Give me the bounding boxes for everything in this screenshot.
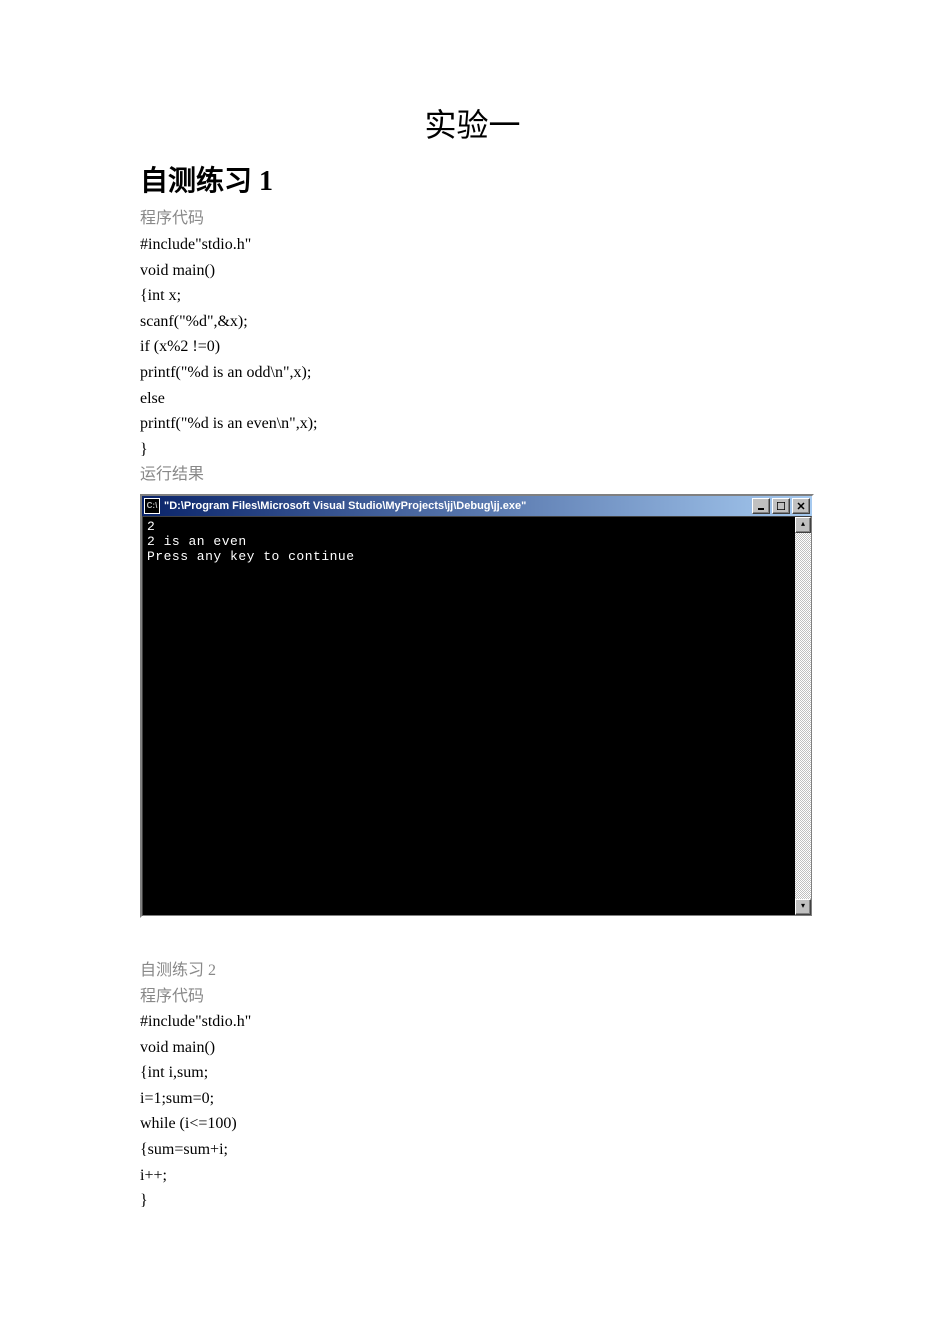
code-line: {int i,sum;: [140, 1060, 805, 1086]
code-line: if (x%2 !=0): [140, 334, 805, 360]
document-page: 实验一 自测练习 1 程序代码 #include"stdio.h" void m…: [0, 0, 945, 1274]
code-line: else: [140, 386, 805, 412]
code-line: void main(): [140, 1035, 805, 1061]
window-controls: [752, 498, 810, 514]
maximize-button[interactable]: [772, 498, 790, 514]
maximize-icon: [777, 502, 785, 510]
code-line: #include"stdio.h": [140, 1009, 805, 1035]
code-line: {int x;: [140, 283, 805, 309]
code-line: {sum=sum+i;: [140, 1137, 805, 1163]
code-line: }: [140, 1188, 805, 1214]
console-body: 2 2 is an even Press any key to continue…: [142, 516, 812, 916]
section-2-header: 自测练习 2: [140, 958, 805, 984]
console-icon: C:\: [144, 498, 160, 514]
code-label-2: 程序代码: [140, 984, 805, 1010]
code-line: #include"stdio.h": [140, 232, 805, 258]
section-1-header: 自测练习 1: [140, 164, 805, 200]
code-line: void main(): [140, 258, 805, 284]
code-line: i++;: [140, 1163, 805, 1189]
scroll-track[interactable]: [795, 533, 811, 899]
close-icon: [797, 502, 805, 510]
close-button[interactable]: [792, 498, 810, 514]
result-label-1: 运行结果: [140, 462, 805, 488]
code-line: }: [140, 437, 805, 463]
console-output: 2 2 is an even Press any key to continue: [143, 517, 811, 566]
scroll-up-button[interactable]: ▴: [795, 517, 811, 533]
console-titlebar: C:\ "D:\Program Files\Microsoft Visual S…: [142, 496, 812, 516]
code-line: scanf("%d",&x);: [140, 309, 805, 335]
minimize-icon: [757, 502, 765, 510]
console-window: C:\ "D:\Program Files\Microsoft Visual S…: [140, 494, 814, 918]
console-scrollbar[interactable]: ▴ ▾: [795, 517, 811, 915]
code-line: i=1;sum=0;: [140, 1086, 805, 1112]
code-line: printf("%d is an odd\n",x);: [140, 360, 805, 386]
scroll-down-button[interactable]: ▾: [795, 899, 811, 915]
code-line: while (i<=100): [140, 1111, 805, 1137]
console-title: "D:\Program Files\Microsoft Visual Studi…: [164, 500, 752, 512]
minimize-button[interactable]: [752, 498, 770, 514]
page-title: 实验一: [140, 100, 805, 146]
code-line: printf("%d is an even\n",x);: [140, 411, 805, 437]
code-label-1: 程序代码: [140, 206, 805, 232]
